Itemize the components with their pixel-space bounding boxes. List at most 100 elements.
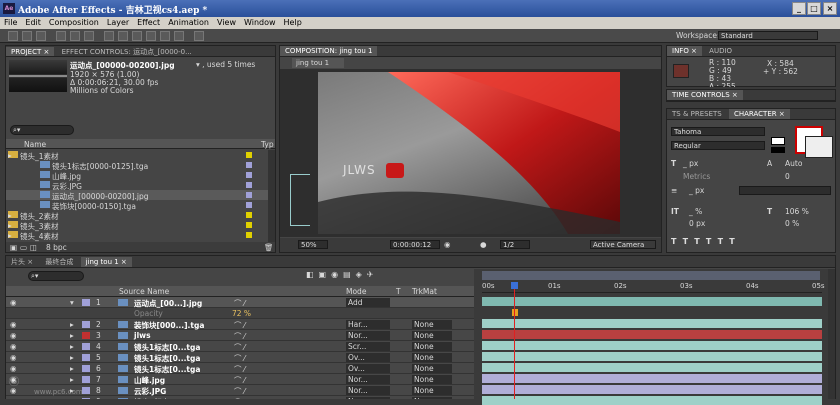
font-size-value[interactable]: _ px <box>683 159 698 168</box>
new-comp-icon[interactable]: ◫ <box>30 243 37 252</box>
layer-trkmat-select[interactable]: None <box>412 353 452 362</box>
label-color-swatch[interactable] <box>246 222 252 228</box>
layer-duration-bar[interactable] <box>482 396 822 405</box>
label-color-swatch[interactable] <box>246 172 252 178</box>
project-item[interactable]: ▸ 镜头_3素材 <box>6 220 268 231</box>
column-type[interactable]: Typ <box>261 140 274 149</box>
timeline-layer-row[interactable]: ◉ ▸ 6 镜头1标志[0...tga ⌒ ⁄ Ov... None <box>6 363 482 374</box>
column-source-name[interactable]: Source Name <box>119 287 169 296</box>
layer-label-color[interactable] <box>82 365 90 372</box>
opacity-property-row[interactable]: Opacity 72 % <box>6 308 482 319</box>
view-select[interactable]: Active Camera <box>590 240 656 249</box>
horizontal-scale-value[interactable]: 106 % <box>785 207 809 216</box>
layer-label-color[interactable] <box>82 387 90 394</box>
label-color-swatch[interactable] <box>246 212 252 218</box>
layer-mode-select[interactable]: Ov... <box>346 364 390 373</box>
layer-mode-select[interactable]: Nor... <box>346 397 390 399</box>
layer-duration-bar[interactable] <box>482 297 822 306</box>
font-family-select[interactable]: Tahoma <box>671 127 765 136</box>
maximize-button[interactable]: □ <box>807 2 821 15</box>
timeline-layer-row[interactable]: ◉ ▸ 9 镜头1标志[0...tga ⌒ ⁄ Nor... None <box>6 396 482 399</box>
layer-mode-select[interactable]: Har... <box>346 320 390 329</box>
puppet-tool-icon[interactable] <box>194 31 204 41</box>
tab-final-comp[interactable]: 最终合成 <box>40 256 78 267</box>
trash-icon[interactable]: 🗑 <box>264 243 274 252</box>
layer-mode-select[interactable]: Nor... <box>346 386 390 395</box>
text-tool-icon[interactable] <box>132 31 142 41</box>
tab-effect-controls[interactable]: EFFECT CONTROLS: 运动点_[0000-0... <box>57 46 197 56</box>
pan-behind-tool-icon[interactable] <box>84 31 94 41</box>
current-time-handle[interactable] <box>511 282 518 289</box>
layer-expand-icon[interactable]: ▸ <box>70 397 74 399</box>
stroke-width-value[interactable]: _ px <box>689 186 704 195</box>
workspace-select[interactable]: Standard <box>718 31 818 40</box>
menu-view[interactable]: View <box>213 17 240 28</box>
new-folder-icon[interactable]: ▭ <box>20 243 27 252</box>
visibility-eye-icon[interactable]: ◉ <box>10 364 17 373</box>
layer-duration-bar[interactable] <box>482 330 822 339</box>
resolution-select[interactable]: 1/2 <box>500 240 530 249</box>
current-time[interactable]: 0:00:00:12 <box>390 240 440 249</box>
layer-trkmat-select[interactable]: None <box>412 331 452 340</box>
label-color-swatch[interactable] <box>246 162 252 168</box>
timeline-layer-row[interactable]: ◉ ▸ 5 镜头1标志[0...tga ⌒ ⁄ Ov... None <box>6 352 482 363</box>
opacity-value[interactable]: 72 % <box>232 309 251 318</box>
label-color-swatch[interactable] <box>246 202 252 208</box>
label-color-swatch[interactable] <box>246 152 252 158</box>
close-button[interactable]: × <box>823 2 837 15</box>
layer-expand-icon[interactable]: ▸ <box>70 364 74 373</box>
expand-triangle-icon[interactable]: ▸ <box>8 151 12 160</box>
tab-jing-tou-1[interactable]: jing tou 1 × <box>80 257 132 267</box>
expand-triangle-icon[interactable]: ▸ <box>8 231 12 240</box>
layer-label-color[interactable] <box>82 343 90 350</box>
tab-composition[interactable]: COMPOSITION: jing tou 1 <box>280 46 378 56</box>
tsume-value[interactable]: 0 % <box>785 219 799 228</box>
layer-label-color[interactable] <box>82 299 90 306</box>
timeline-layer-row[interactable]: ◉ ▸ 3 jlws ⌒ ⁄ Nor... None <box>6 330 482 341</box>
baseline-shift-value[interactable]: 0 px <box>689 219 705 228</box>
pen-tool-icon[interactable] <box>118 31 128 41</box>
timeline-scrollbar[interactable] <box>828 269 835 399</box>
project-item[interactable]: 山峰.jpg <box>6 170 268 181</box>
menu-composition[interactable]: Composition <box>45 17 103 28</box>
layer-mode-select[interactable]: Scr... <box>346 342 390 351</box>
layer-label-color[interactable] <box>82 376 90 383</box>
color-channel-icon[interactable]: ● <box>480 240 487 249</box>
menu-edit[interactable]: Edit <box>21 17 45 28</box>
time-ruler[interactable]: 00s 01s 02s 03s 04s 05s <box>482 281 825 293</box>
selection-tool-icon[interactable] <box>8 31 18 41</box>
timeline-layer-row[interactable]: ◉ ▸ 2 装饰块[000...].tga ⌒ ⁄ Har... None <box>6 319 482 330</box>
layer-duration-bar[interactable] <box>482 352 822 361</box>
layer-label-color[interactable] <box>82 354 90 361</box>
layer-expand-icon[interactable]: ▸ <box>70 331 74 340</box>
layer-expand-icon[interactable]: ▸ <box>70 320 74 329</box>
project-item[interactable]: 镜头1标志[0000-0125].tga <box>6 160 268 171</box>
bit-depth-button[interactable]: 8 bpc <box>46 243 67 252</box>
visibility-eye-icon[interactable]: ◉ <box>10 353 17 362</box>
visibility-eye-icon[interactable]: ◉ <box>10 331 17 340</box>
project-search-input[interactable]: ⌕▾ <box>10 125 74 135</box>
zoom-tool-icon[interactable] <box>36 31 46 41</box>
stroke-color-swatch[interactable] <box>805 136 833 158</box>
minimize-button[interactable]: _ <box>792 2 806 15</box>
project-item[interactable]: ▸ 镜头_2素材 <box>6 210 268 221</box>
timeline-layer-row[interactable]: ◉ ▾ 1 运动点_[00...].jpg ⌒ ⁄ Add <box>6 297 482 308</box>
timeline-layer-row[interactable]: ◉ ▸ 7 山峰.jpg ⌒ ⁄ Nor... None <box>6 374 482 385</box>
leading-value[interactable]: Auto <box>785 159 802 168</box>
layer-duration-bar[interactable] <box>482 319 822 328</box>
menu-window[interactable]: Window <box>240 17 280 28</box>
expand-triangle-icon[interactable]: ▸ <box>8 221 12 230</box>
visibility-eye-icon[interactable]: ◉ <box>10 320 17 329</box>
text-format-buttons[interactable]: TTTTTT <box>671 237 831 247</box>
opacity-keyframe[interactable] <box>512 309 518 316</box>
layer-duration-bar[interactable] <box>482 374 822 383</box>
comp-subtab[interactable]: jing tou 1 <box>292 58 344 68</box>
label-color-swatch[interactable] <box>246 192 252 198</box>
tab-audio[interactable]: AUDIO <box>704 46 737 56</box>
layer-duration-bar[interactable] <box>482 363 822 372</box>
tab-info[interactable]: INFO × <box>667 46 702 56</box>
column-mode[interactable]: Mode <box>346 287 366 296</box>
timeline-switches-icons[interactable]: ◧▣◉▤◈✈ <box>306 270 456 282</box>
layer-mode-select[interactable]: Ov... <box>346 353 390 362</box>
interpret-footage-icon[interactable]: ▣ <box>10 243 17 252</box>
